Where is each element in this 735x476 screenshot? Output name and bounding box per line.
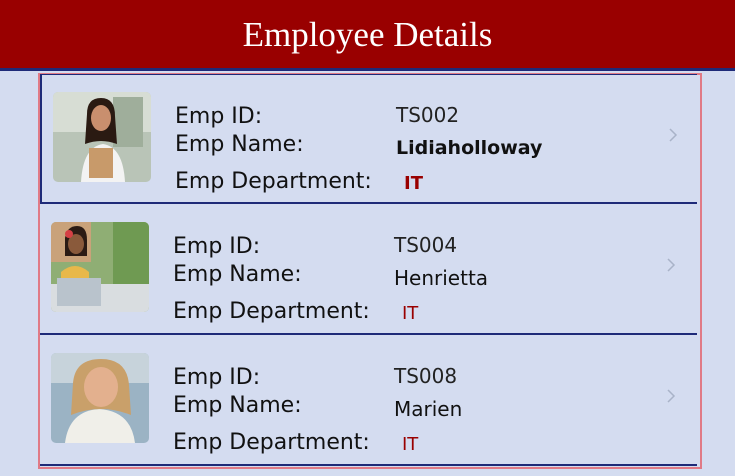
emp-name-label: Emp Name: <box>173 393 302 418</box>
emp-id-value: TS008 <box>394 364 458 388</box>
emp-id-label: Emp ID: <box>175 104 263 129</box>
employee-photo <box>51 222 149 312</box>
emp-id-value: TS004 <box>394 233 458 257</box>
chevron-right-icon[interactable] <box>666 124 680 146</box>
employee-photo <box>51 353 149 443</box>
emp-id-value: TS002 <box>396 103 460 127</box>
emp-name-value: Henrietta <box>394 266 489 290</box>
emp-name-value: Marien <box>394 397 463 421</box>
emp-name-label: Emp Name: <box>175 132 304 157</box>
chevron-right-icon[interactable] <box>664 254 678 276</box>
employee-row[interactable]: Emp ID: Emp Name: Emp Department: TS002 … <box>40 74 697 204</box>
employee-row[interactable]: Emp ID: Emp Name: Emp Department: TS004 … <box>40 205 697 335</box>
emp-department-value: IT <box>402 303 419 324</box>
app-header: Employee Details <box>0 0 735 71</box>
emp-name-label: Emp Name: <box>173 262 302 287</box>
employee-photo <box>53 92 151 182</box>
emp-department-label: Emp Department: <box>175 169 372 194</box>
emp-department-label: Emp Department: <box>173 430 370 455</box>
page-title: Employee Details <box>242 15 493 54</box>
chevron-right-icon[interactable] <box>664 385 678 407</box>
emp-department-value: IT <box>404 173 423 194</box>
emp-department-label: Emp Department: <box>173 299 370 324</box>
emp-id-label: Emp ID: <box>173 365 261 390</box>
employee-row[interactable]: Emp ID: Emp Name: Emp Department: TS008 … <box>40 336 697 466</box>
emp-department-value: IT <box>402 434 419 455</box>
emp-name-value: Lidiaholloway <box>396 137 543 159</box>
emp-id-label: Emp ID: <box>173 234 261 259</box>
